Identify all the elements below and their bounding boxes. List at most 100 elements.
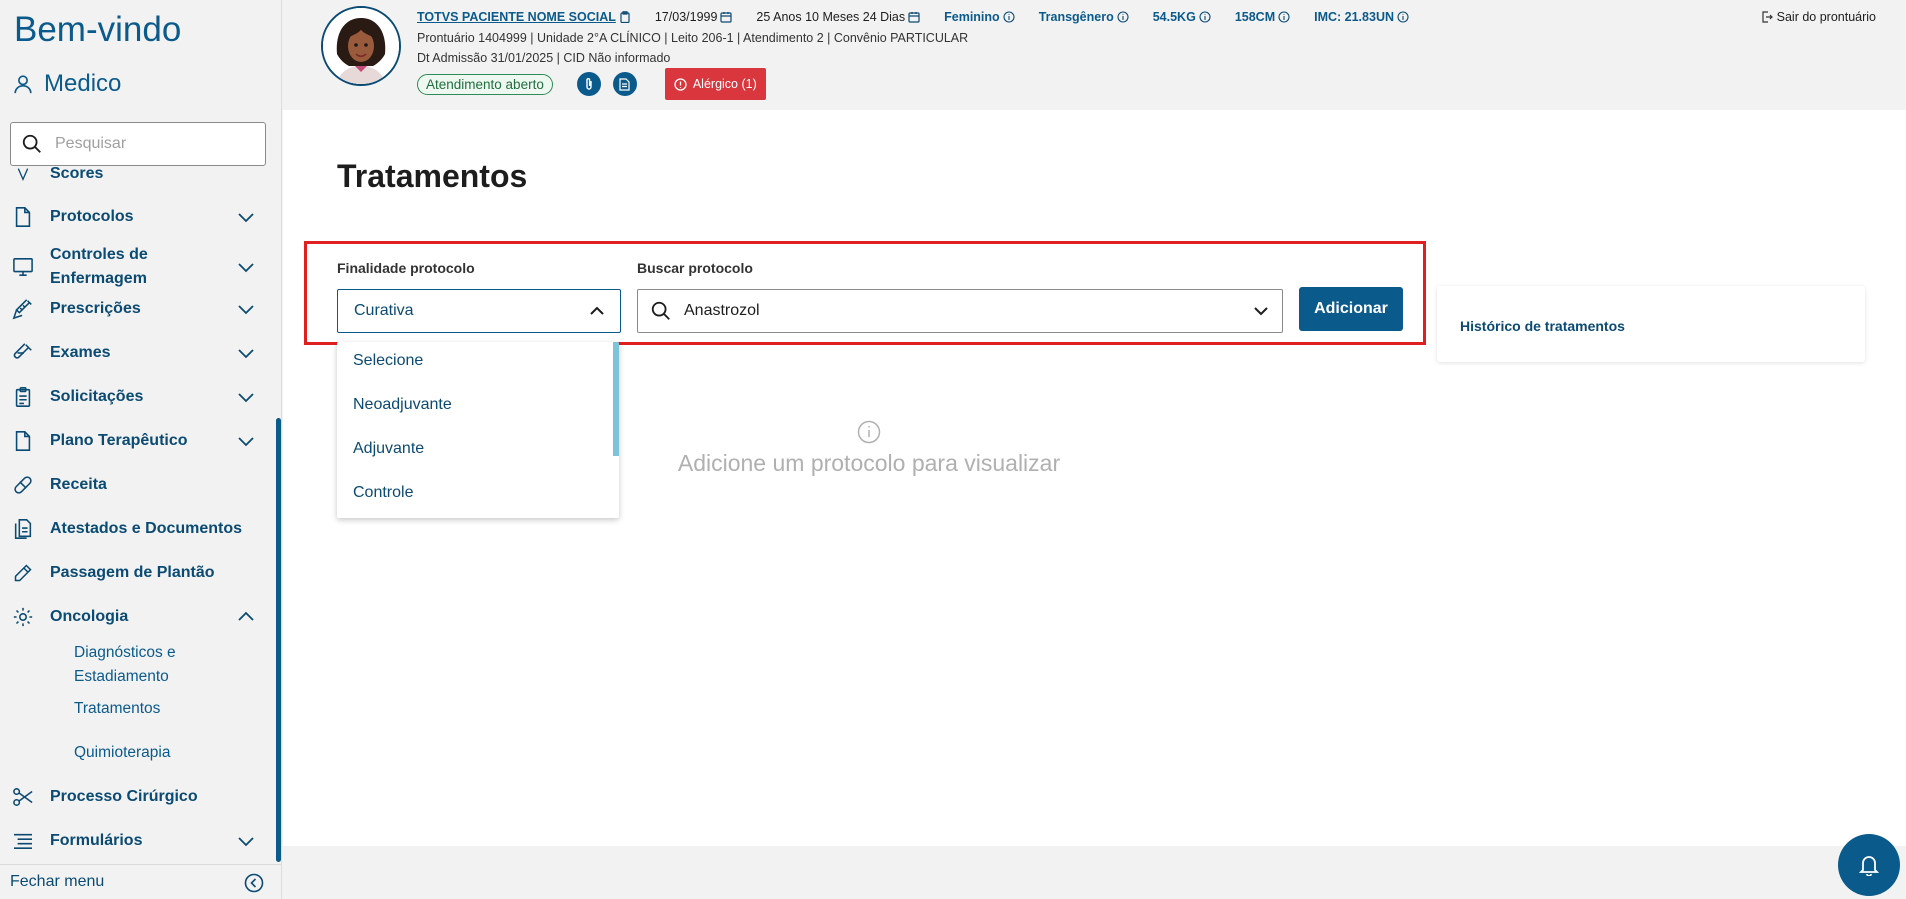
documents-icon: [12, 518, 34, 540]
admission-info-line: Prontuário 1404999 | Unidade 2°A CLÍNICO…: [417, 31, 969, 45]
sidebar-item-passagem-plantao[interactable]: Passagem de Plantão: [0, 561, 276, 585]
allergy-label: Alérgico (1): [692, 77, 757, 91]
sidebar-menu: Scores Protocolos Controles de Enfermage…: [0, 167, 276, 862]
submenu-quimioterapia[interactable]: Quimioterapia: [74, 741, 171, 765]
patient-name[interactable]: TOTVS PACIENTE NOME SOCIAL: [417, 10, 616, 24]
document-icon: [12, 430, 34, 452]
empty-state-message: Adicione um protocolo para visualizar: [677, 450, 1061, 476]
sidebar-item-label: Formulários: [50, 832, 143, 849]
sidebar-item-receita[interactable]: Receita: [0, 473, 276, 497]
patient-height: 158CM: [1234, 10, 1276, 24]
patient-age: 25 Anos 10 Meses 24 Dias: [756, 10, 906, 24]
history-link[interactable]: Histórico de tratamentos: [1460, 318, 1625, 334]
sidebar-item-label: Exames: [50, 344, 111, 361]
close-menu-label: Fechar menu: [10, 873, 105, 890]
admission-date-line: Dt Admissão 31/01/2025 | CID Não informa…: [417, 51, 671, 65]
document-button[interactable]: [612, 72, 637, 96]
finalidade-select[interactable]: Curativa: [337, 289, 621, 333]
calendar-icon: [908, 12, 920, 23]
chevron-down-icon: [238, 349, 254, 359]
user-role: Medico: [12, 70, 121, 98]
patient-imc: IMC: 21.83UN: [1314, 10, 1394, 24]
dropdown-option-neoadjuvante[interactable]: Neoadjuvante: [353, 396, 452, 414]
chevron-down-icon: [238, 263, 254, 273]
gear-icon: [12, 606, 34, 628]
chevron-down-icon: [238, 305, 254, 315]
info-icon[interactable]: [1278, 11, 1290, 23]
attachment-button[interactable]: [576, 72, 601, 96]
exit-record-label: Sair do prontuário: [1776, 10, 1876, 24]
sidebar-item-scores[interactable]: Scores: [0, 167, 276, 186]
chevron-down-icon: [1254, 307, 1268, 316]
sidebar-item-formularios[interactable]: Formulários: [0, 829, 276, 853]
user-role-label: Medico: [44, 70, 122, 97]
logout-icon: [1762, 11, 1773, 23]
sidebar-item-label: Plano Terapêutico: [50, 432, 188, 449]
calendar-icon: [720, 12, 733, 23]
chevron-left-circle-icon[interactable]: [244, 873, 264, 893]
buscar-value: Anastrozol: [684, 302, 760, 319]
patient-identity: Transgênero: [1038, 10, 1114, 24]
add-button[interactable]: Adicionar: [1299, 287, 1403, 331]
finalidade-label: Finalidade protocolo: [337, 260, 475, 276]
info-icon[interactable]: [1003, 11, 1015, 23]
sidebar-item-solicitacoes[interactable]: Solicitações: [0, 385, 276, 409]
search-input[interactable]: [55, 135, 245, 153]
sidebar-item-protocolos[interactable]: Protocolos: [0, 205, 276, 229]
finalidade-value: Curativa: [354, 302, 414, 319]
syringe-icon: [12, 298, 34, 320]
clipboard-icon: [12, 386, 34, 408]
check-icon: [12, 167, 34, 185]
dropdown-scrollbar[interactable]: [613, 342, 619, 456]
submenu-diagnosticos[interactable]: Diagnósticos e Estadiamento: [74, 641, 214, 689]
chevron-down-icon: [238, 393, 254, 403]
main-content: Tratamentos Finalidade protocolo Buscar …: [283, 110, 1906, 846]
sidebar-item-atestados[interactable]: Atestados e Documentos: [0, 517, 276, 541]
history-card[interactable]: Histórico de tratamentos: [1437, 286, 1865, 362]
patient-avatar: [321, 6, 401, 86]
sidebar-item-label: Solicitações: [50, 388, 144, 405]
monitor-icon: [12, 256, 34, 278]
sidebar-item-label: Scores: [50, 167, 104, 182]
search-box[interactable]: [10, 122, 266, 166]
clipboard-icon[interactable]: [619, 11, 631, 23]
patient-header: TOTVS PACIENTE NOME SOCIAL 17/03/1999 25…: [283, 0, 1906, 110]
info-icon[interactable]: [1117, 11, 1129, 23]
chevron-down-icon: [238, 437, 254, 447]
chevron-down-icon: [238, 837, 254, 847]
sidebar-item-oncologia[interactable]: Oncologia: [0, 605, 276, 629]
patient-weight: 54.5KG: [1152, 10, 1196, 24]
dropdown-option-selecione[interactable]: Selecione: [353, 352, 423, 370]
info-icon[interactable]: [1199, 11, 1211, 23]
sidebar-item-controles-enfermagem[interactable]: Controles de Enfermagem: [0, 243, 276, 291]
empty-state: Adicione um protocolo para visualizar: [671, 420, 1067, 477]
buscar-label: Buscar protocolo: [637, 260, 753, 276]
sidebar-scrollbar[interactable]: [276, 418, 281, 862]
submenu-tratamentos[interactable]: Tratamentos: [74, 697, 160, 721]
sidebar-item-label: Controles de Enfermagem: [50, 246, 148, 287]
status-badge: Atendimento aberto: [417, 73, 553, 95]
exit-record-button[interactable]: Sair do prontuário: [1761, 10, 1876, 24]
info-icon[interactable]: [1397, 11, 1409, 23]
dropdown-option-controle[interactable]: Controle: [353, 484, 413, 502]
welcome-title: Bem-vindo: [14, 10, 182, 49]
chevron-up-icon: [590, 306, 604, 315]
sidebar-item-prescricoes[interactable]: Prescrições: [0, 297, 276, 321]
sidebar-item-exames[interactable]: Exames: [0, 341, 276, 365]
bell-icon: [1859, 856, 1879, 876]
buscar-protocolo-input[interactable]: Anastrozol: [637, 289, 1283, 333]
sidebar-item-plano-terapeutico[interactable]: Plano Terapêutico: [0, 429, 276, 453]
user-icon: [14, 75, 32, 94]
sidebar-item-label: Protocolos: [50, 208, 134, 225]
notifications-button[interactable]: [1838, 834, 1900, 896]
document-icon: [12, 206, 34, 228]
sidebar-item-processo-cirurgico[interactable]: Processo Cirúrgico: [0, 785, 276, 809]
sidebar-item-label: Processo Cirúrgico: [50, 788, 198, 805]
allergy-badge[interactable]: Alérgico (1): [664, 68, 766, 100]
chevron-up-icon: [238, 611, 254, 621]
sidebar: Bem-vindo Medico Scores Protocolos Contr…: [0, 0, 282, 899]
close-menu-button[interactable]: Fechar menu: [0, 864, 282, 899]
sidebar-item-label: Passagem de Plantão: [50, 564, 215, 581]
alert-icon: [674, 77, 687, 91]
dropdown-option-adjuvante[interactable]: Adjuvante: [353, 440, 424, 458]
